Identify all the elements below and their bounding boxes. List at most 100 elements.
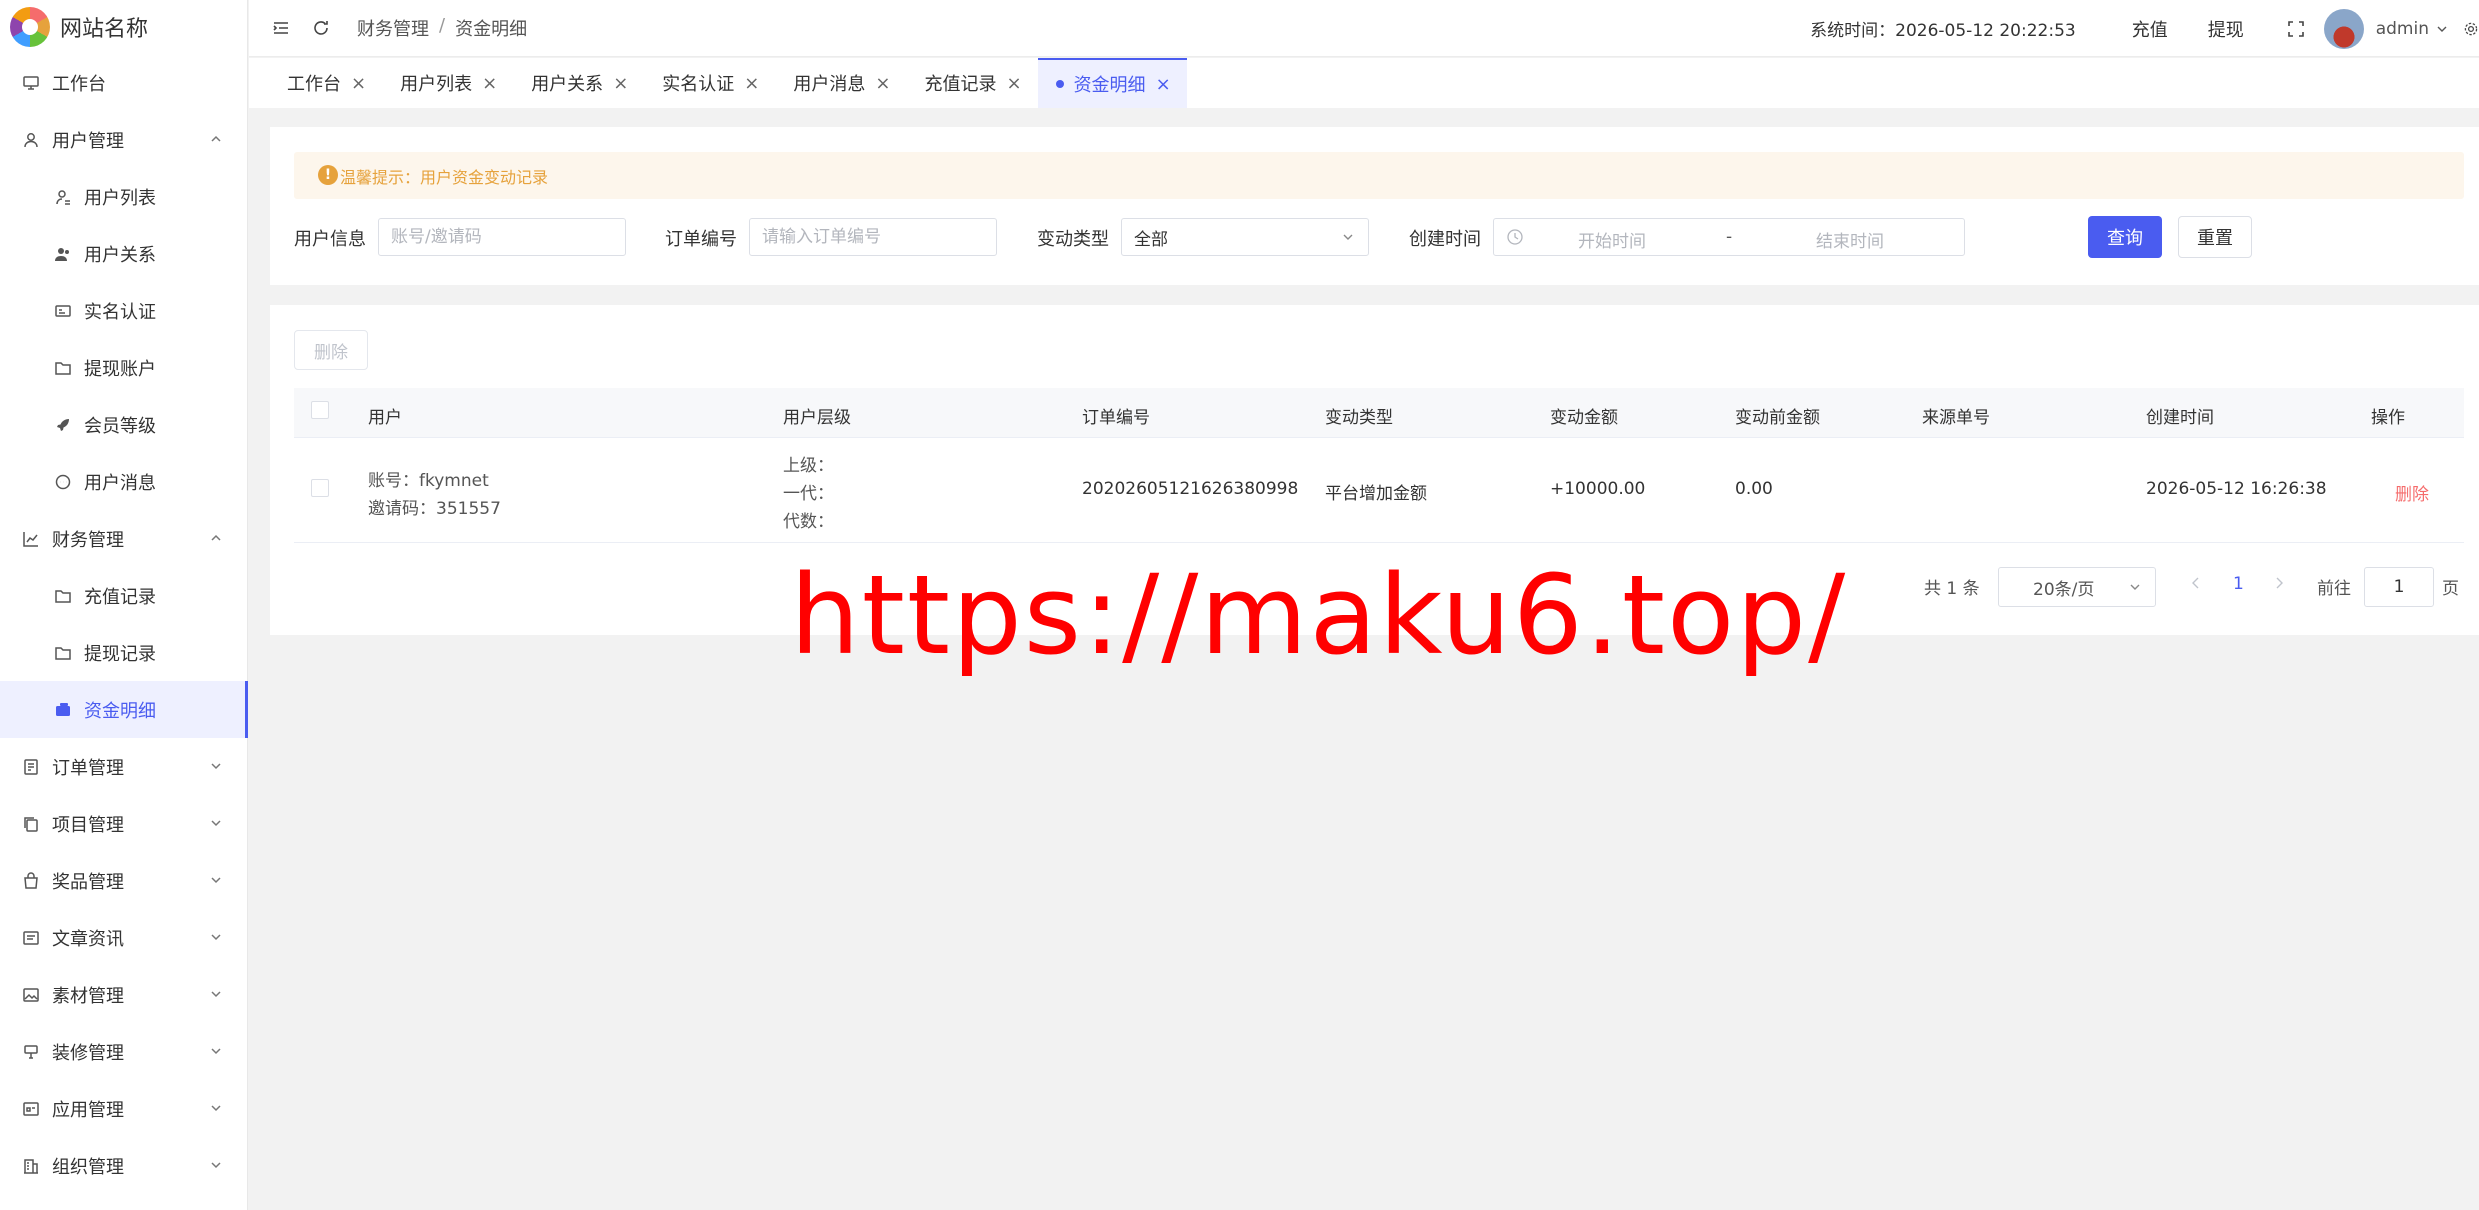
sidebar-item-label: 用户管理 (52, 130, 124, 152)
query-button[interactable]: 查询 (2088, 216, 2162, 258)
user-list-icon (52, 186, 74, 208)
sidebar-item-label: 装修管理 (52, 1042, 124, 1064)
user-info-input[interactable] (391, 227, 625, 247)
close-icon[interactable]: × (482, 73, 497, 94)
sidebar-item-dashboard[interactable]: 工作台 (0, 54, 247, 111)
date-range-picker[interactable]: 开始时间 - 结束时间 (1493, 218, 1965, 256)
bulk-delete-button[interactable]: 删除 (294, 330, 368, 370)
app-icon (20, 1098, 42, 1120)
sidebar-item-label: 文章资讯 (52, 928, 124, 950)
tip-text: 温馨提示：用户资金变动记录 (340, 167, 549, 187)
close-icon[interactable]: × (1006, 73, 1021, 94)
user-menu[interactable]: admin (2376, 19, 2449, 39)
table-card: 删除 用户 用户层级 订单编号 变动类型 变动金额 变动前金额 来源单号 创建时… (270, 305, 2479, 635)
refresh-icon[interactable] (309, 16, 333, 40)
tab-user-relation[interactable]: 用户关系 × (513, 58, 644, 108)
folder-icon (52, 642, 74, 664)
sidebar-item-user-list[interactable]: 用户列表 (0, 168, 247, 225)
copy-icon (20, 813, 42, 835)
sidebar-group-user-management[interactable]: 用户管理 (0, 111, 247, 168)
tab-user-list[interactable]: 用户列表 × (382, 58, 513, 108)
order-no-field[interactable] (749, 218, 997, 256)
tab-user-message[interactable]: 用户消息 × (775, 58, 906, 108)
sidebar-item-member-level[interactable]: 会员等级 (0, 396, 247, 453)
row-invite-code: 邀请码：351557 (368, 499, 501, 519)
close-icon[interactable]: × (1156, 74, 1171, 95)
sidebar-item-label: 素材管理 (52, 985, 124, 1007)
sidebar-group-articles[interactable]: 文章资讯 (0, 909, 247, 966)
sidebar-item-label: 应用管理 (52, 1099, 124, 1121)
brush-icon (20, 1041, 42, 1063)
tab-dashboard[interactable]: 工作台 × (269, 58, 382, 108)
end-time-placeholder[interactable]: 结束时间 (1816, 227, 1884, 252)
tab-real-name[interactable]: 实名认证 × (644, 58, 775, 108)
sidebar-item-withdraw-record[interactable]: 提现记录 (0, 624, 247, 681)
sidebar-item-label: 提现账户 (84, 358, 156, 380)
sidebar-group-organization[interactable]: 组织管理 (0, 1137, 247, 1194)
table-row: 账号：fkymnet 邀请码：351557 上级： 一代： 代数： 202026… (294, 439, 2464, 543)
start-time-placeholder[interactable]: 开始时间 (1578, 227, 1646, 252)
recharge-link[interactable]: 充值 (2132, 16, 2168, 42)
menu-fold-icon[interactable] (269, 16, 293, 40)
sidebar-item-label: 奖品管理 (52, 871, 124, 893)
next-page-icon[interactable] (2271, 575, 2287, 591)
fullscreen-icon[interactable] (2284, 17, 2308, 41)
chevron-down-icon (207, 871, 225, 889)
change-type-select[interactable]: 全部 (1121, 218, 1369, 256)
tab-recharge-record[interactable]: 充值记录 × (906, 58, 1037, 108)
tab-label: 工作台 (287, 74, 341, 95)
order-no-label: 订单编号 (665, 229, 737, 250)
withdraw-link[interactable]: 提现 (2208, 16, 2244, 42)
pagination-total: 共 1 条 (1924, 579, 1980, 599)
sidebar-item-label: 财务管理 (52, 529, 124, 551)
user-info-field[interactable] (378, 218, 626, 256)
sidebar-item-user-message[interactable]: 用户消息 (0, 453, 247, 510)
column-header: 创建时间 (2146, 408, 2214, 428)
goto-page-input[interactable]: 1 (2364, 567, 2434, 607)
order-no-input[interactable] (762, 227, 996, 247)
sidebar-group-decoration[interactable]: 装修管理 (0, 1023, 247, 1080)
row-delete-link[interactable]: 删除 (2395, 480, 2429, 505)
sidebar-item-recharge-record[interactable]: 充值记录 (0, 567, 247, 624)
chat-icon (52, 471, 74, 493)
sidebar-item-user-relation[interactable]: 用户关系 (0, 225, 247, 282)
sidebar-group-materials[interactable]: 素材管理 (0, 966, 247, 1023)
sidebar-item-label: 项目管理 (52, 814, 124, 836)
close-icon[interactable]: × (613, 73, 628, 94)
sidebar-group-finance[interactable]: 财务管理 (0, 510, 247, 567)
sidebar-item-label: 订单管理 (52, 757, 124, 779)
sidebar-group-orders[interactable]: 订单管理 (0, 738, 247, 795)
page-size-select[interactable]: 20条/页 (1998, 567, 2156, 607)
sidebar-item-withdraw-account[interactable]: 提现账户 (0, 339, 247, 396)
avatar[interactable] (2323, 8, 2364, 49)
row-order-no: 20202605121626380998 (1082, 479, 1299, 499)
top-header: 财务管理 / 资金明细 系统时间：2026-05-12 20:22:53 充值 … (249, 0, 2479, 57)
close-icon[interactable]: × (351, 73, 366, 94)
sidebar-group-apps[interactable]: 应用管理 (0, 1080, 247, 1137)
page-number-current[interactable]: 1 (2233, 574, 2244, 594)
created-time-label: 创建时间 (1409, 229, 1481, 250)
select-all-checkbox[interactable] (311, 401, 329, 419)
prev-page-icon[interactable] (2188, 575, 2204, 591)
chevron-down-icon (207, 814, 225, 832)
reset-button[interactable]: 重置 (2178, 216, 2252, 258)
column-header: 变动类型 (1325, 408, 1393, 428)
row-amount: +10000.00 (1550, 479, 1646, 499)
logo[interactable]: 网站名称 (0, 0, 247, 54)
column-header: 变动金额 (1550, 408, 1618, 428)
chevron-up-icon (207, 130, 225, 148)
close-icon[interactable]: × (744, 73, 759, 94)
row-checkbox[interactable] (311, 479, 329, 497)
settings-icon[interactable] (2463, 17, 2479, 41)
tab-fund-detail[interactable]: 资金明细 × (1037, 58, 1187, 108)
image-icon (20, 984, 42, 1006)
column-header: 用户层级 (783, 408, 851, 428)
breadcrumb-item[interactable]: 财务管理 (357, 15, 429, 41)
close-icon[interactable]: × (875, 73, 890, 94)
sidebar-item-real-name[interactable]: 实名认证 (0, 282, 247, 339)
chevron-down-icon (2127, 579, 2143, 595)
sidebar-group-projects[interactable]: 项目管理 (0, 795, 247, 852)
column-header: 变动前金额 (1735, 408, 1820, 428)
sidebar-item-fund-detail[interactable]: 资金明细 (0, 681, 248, 738)
sidebar-group-prizes[interactable]: 奖品管理 (0, 852, 247, 909)
